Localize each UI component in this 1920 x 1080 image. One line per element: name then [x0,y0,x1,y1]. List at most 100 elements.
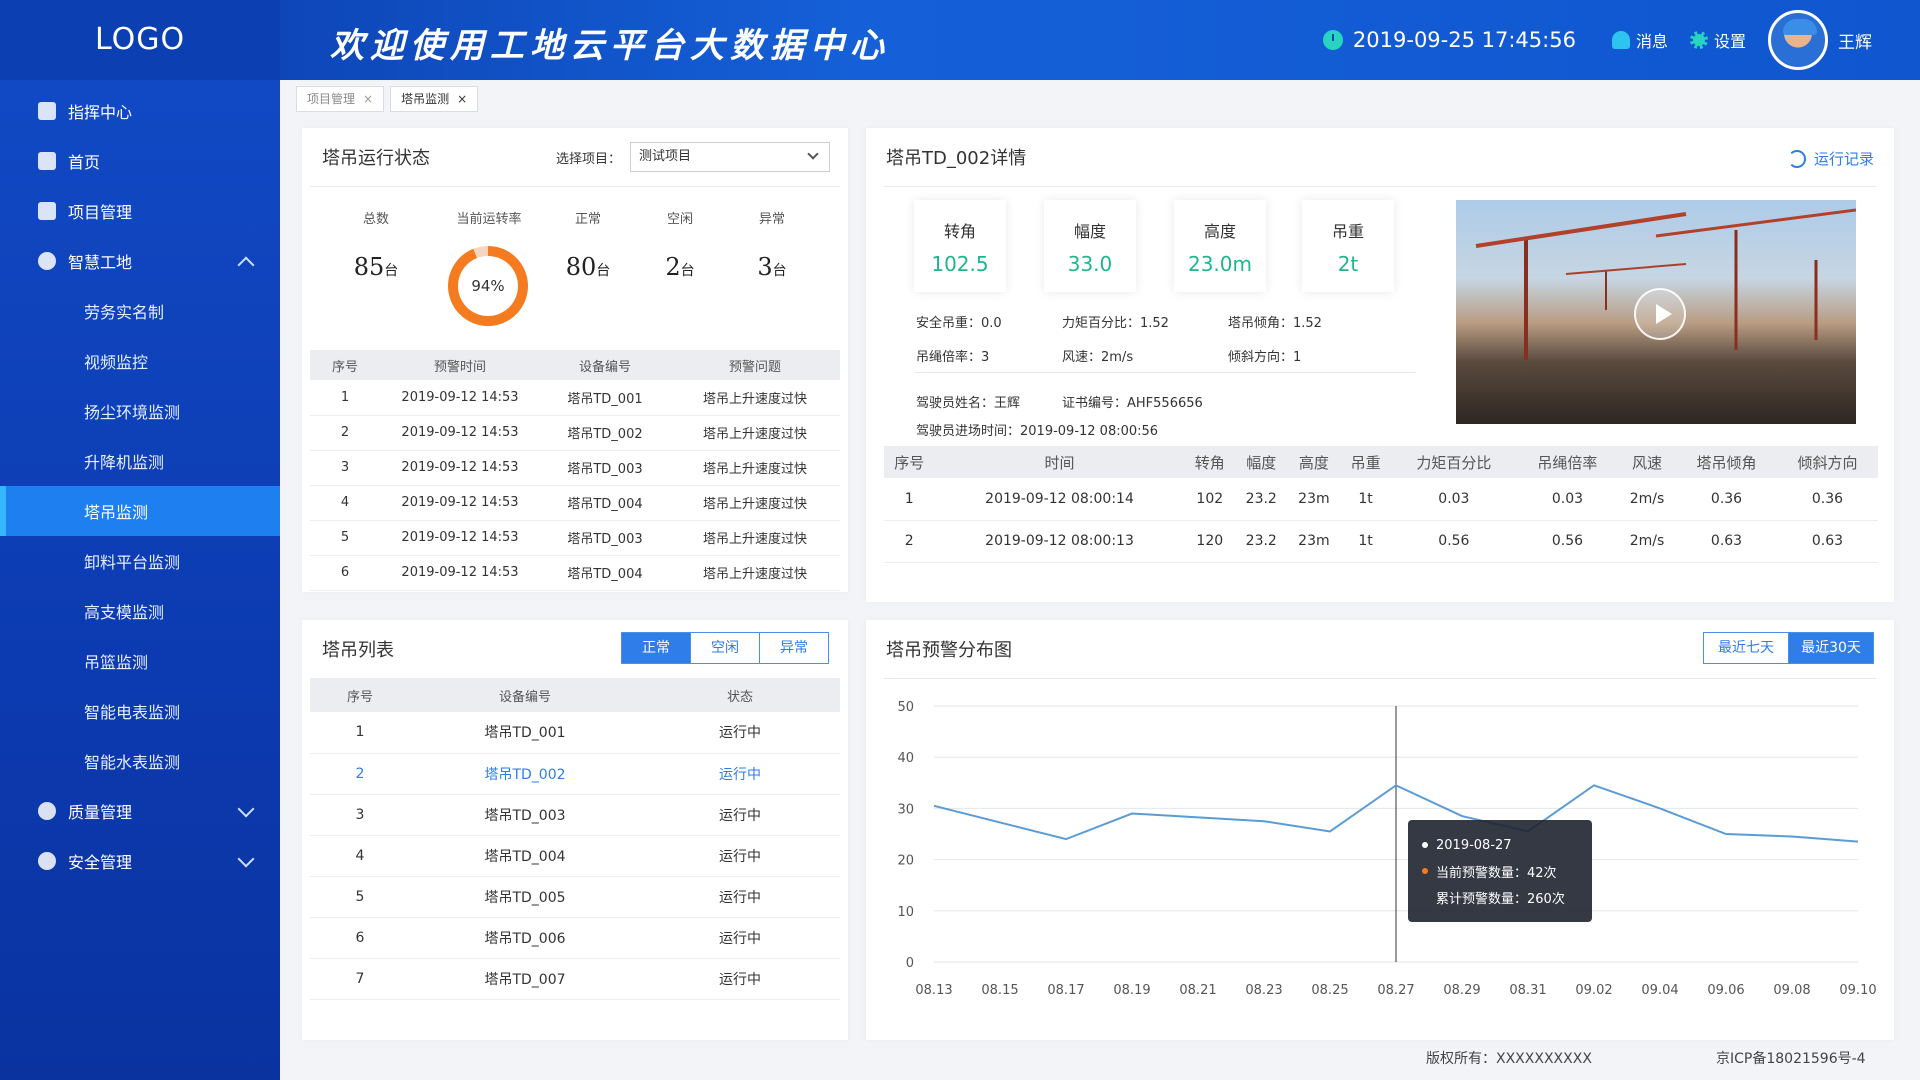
table-row[interactable]: 2 2019-09-12 14:53 塔吊TD_002 塔吊上升速度过快 [310,415,840,451]
col-header: 时间 [934,446,1185,478]
metric-load: 吊重 2t [1302,200,1394,292]
sidebar-item-9[interactable]: 卸料平台监测 [0,536,280,586]
close-icon[interactable]: × [457,87,467,111]
crane-detail-panel: 塔吊TD_002详情 运行记录 转角 102.5 幅度 33.0 高度 23.0… [866,128,1894,602]
sidebar-item-10[interactable]: 高支模监测 [0,586,280,636]
sidebar-item-label: 项目管理 [68,203,133,222]
sidebar-item-label: 智能电表监测 [84,703,181,722]
col-header: 幅度 [1235,446,1288,478]
sidebar-item-14[interactable]: 质量管理 [0,786,280,836]
table-cell: 0.63 [1776,520,1878,563]
table-cell: 1t [1340,478,1391,521]
list-item[interactable]: 5 塔吊TD_005 运行中 [310,876,840,918]
table-row[interactable]: 3 2019-09-12 14:53 塔吊TD_003 塔吊上升速度过快 [310,450,840,486]
list-item[interactable]: 3 塔吊TD_003 运行中 [310,794,840,836]
messages-button[interactable]: 消息 [1611,28,1668,52]
panel-title: 塔吊列表 [322,640,394,661]
table-row[interactable]: 6 2019-09-12 14:53 塔吊TD_004 塔吊上升速度过快 [310,555,840,591]
list-item[interactable]: 1 塔吊TD_001 运行中 [310,712,840,754]
run-record-link[interactable]: 运行记录 [1787,148,1874,169]
table-cell: 7 [310,958,410,1000]
sidebar-item-3[interactable]: 智慧工地 [0,236,280,286]
col-header: 状态 [640,678,840,712]
sidebar-item-13[interactable]: 智能水表监测 [0,736,280,786]
list-item[interactable]: 7 塔吊TD_007 运行中 [310,958,840,1000]
warning-line-chart[interactable]: 0 10 20 30 40 50 08.13 08.15 08.17 08.19 08.21 08.2… [866,680,1894,1040]
table-row[interactable]: 4 2019-09-12 14:53 塔吊TD_004 塔吊上升速度过快 [310,485,840,521]
list-item[interactable]: 4 塔吊TD_004 运行中 [310,835,840,877]
sidebar-item-0[interactable]: 指挥中心 [0,86,280,136]
info-wind: 风速：2m/s [1062,350,1134,365]
y-tick-label: 40 [897,751,914,766]
close-icon[interactable]: × [363,87,373,111]
table-cell: 2019-09-12 14:53 [380,520,540,556]
sidebar-item-4[interactable]: 劳务实名制 [0,286,280,336]
table-cell: 23.2 [1235,478,1288,521]
table-row[interactable]: 1 2019-09-12 14:53 塔吊TD_001 塔吊上升速度过快 [310,380,840,416]
filter-normal[interactable]: 正常 [621,632,691,664]
table-cell: 1 [310,380,380,416]
sidebar-item-11[interactable]: 吊篮监测 [0,636,280,686]
sidebar-item-6[interactable]: 扬尘环境监测 [0,386,280,436]
x-tick-label: 08.17 [1047,983,1084,998]
table-row[interactable]: 1 2019-09-12 08:00:14 102 23.2 23m 1t 0.03 0.03… [884,478,1878,521]
project-select-label: 选择项目： [556,152,622,167]
range-toggle: 最近七天 最近30天 [1703,632,1874,664]
camera-video[interactable] [1456,200,1856,424]
tab-tower-crane-monitor[interactable]: 塔吊监测 × [390,86,479,112]
sidebar-item-1[interactable]: 首页 [0,136,280,186]
run-rate-donut: 94% [448,246,528,326]
username[interactable]: 王辉 [1838,28,1872,53]
project-select[interactable]: 测试项目 [630,142,830,172]
current-datetime: 2019-09-25 17:45:56 [1352,28,1576,52]
sidebar-item-7[interactable]: 升降机监测 [0,436,280,486]
crane-list-panel: 塔吊列表 正常 空闲 异常 序号 设备编号 状态 1 塔吊TD_001 运行中 2 塔吊… [302,620,848,1040]
sidebar-item-label: 智能水表监测 [84,753,181,772]
stat-rate: 当前运转率 [444,208,534,227]
table-cell: 塔吊TD_002 [410,753,640,795]
y-tick-label: 20 [897,854,914,869]
sidebar-item-2[interactable]: 项目管理 [0,186,280,236]
page-tabs: 项目管理 × 塔吊监测 × [296,86,484,112]
info-torque: 力矩百分比：1.52 [1062,316,1169,331]
col-header: 风速 [1617,446,1677,478]
sidebar-item-12[interactable]: 智能电表监测 [0,686,280,736]
table-cell: 2019-09-12 08:00:13 [934,520,1185,563]
range-30-days[interactable]: 最近30天 [1788,632,1874,664]
avatar[interactable] [1768,10,1828,70]
settings-label: 设置 [1713,32,1746,51]
clock-icon [1322,30,1343,50]
table-cell: 塔吊TD_001 [540,380,670,416]
x-tick-label: 08.13 [915,983,952,998]
col-header: 塔吊倾角 [1676,446,1777,478]
metric-height: 高度 23.0m [1174,200,1266,292]
tab-project-management[interactable]: 项目管理 × [296,86,385,112]
stat-idle: 空闲 2台 [650,208,710,281]
table-cell: 塔吊TD_003 [540,450,670,486]
range-7-days[interactable]: 最近七天 [1703,632,1789,664]
table-cell: 102 [1184,478,1236,521]
table-row[interactable]: 5 2019-09-12 14:53 塔吊TD_003 塔吊上升速度过快 [310,520,840,556]
sidebar-item-15[interactable]: 安全管理 [0,836,280,886]
x-tick-label: 08.31 [1509,983,1546,998]
table-cell: 5 [310,876,410,918]
filter-idle[interactable]: 空闲 [690,632,760,664]
table-cell: 塔吊TD_004 [540,485,670,521]
table-cell: 23m [1287,520,1341,563]
filter-abnormal[interactable]: 异常 [759,632,829,664]
list-item[interactable]: 6 塔吊TD_006 运行中 [310,917,840,959]
sidebar-item-8[interactable]: 塔吊监测 [0,486,280,536]
play-icon[interactable] [1634,288,1686,340]
list-item[interactable]: 2 塔吊TD_002 运行中 [310,753,840,795]
settings-button[interactable]: 设置 [1689,28,1746,52]
table-row[interactable]: 2 2019-09-12 08:00:13 120 23.2 23m 1t 0.56 0.56… [884,520,1878,563]
table-cell: 塔吊TD_003 [410,794,640,836]
history-icon [1787,149,1806,168]
table-cell: 塔吊上升速度过快 [670,520,840,556]
menu-icon [38,152,56,170]
table-cell: 塔吊TD_005 [410,876,640,918]
table-cell: 2019-09-12 14:53 [380,415,540,451]
tooltip-dot [1422,868,1428,874]
table-cell: 2019-09-12 08:00:14 [934,478,1185,521]
sidebar-item-5[interactable]: 视频监控 [0,336,280,386]
